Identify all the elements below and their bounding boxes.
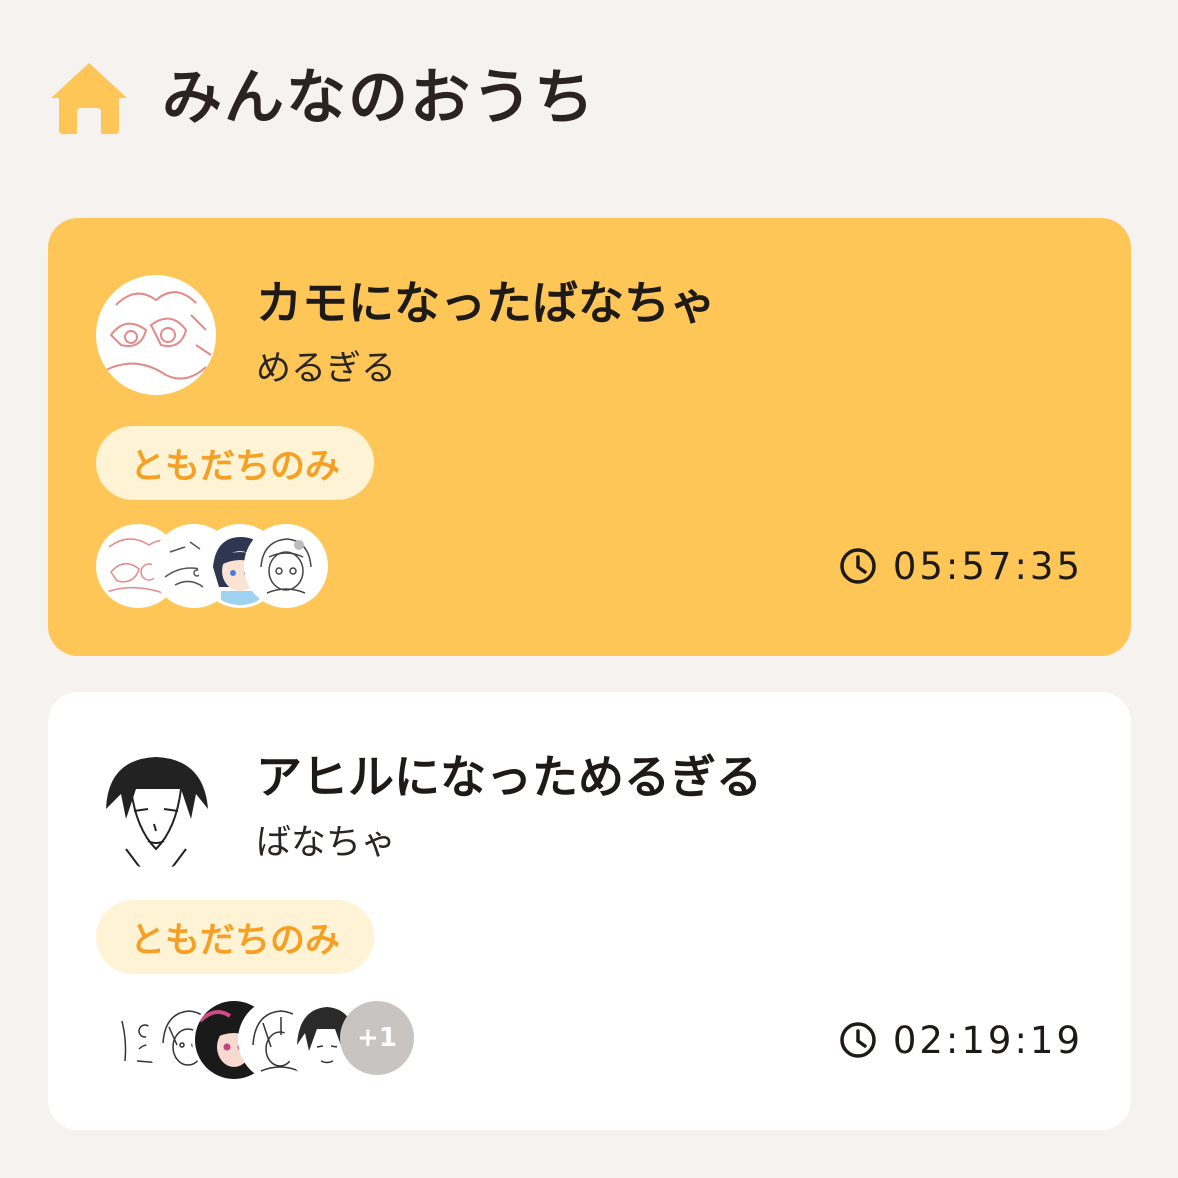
- room-owner-name: めるぎる: [256, 349, 397, 389]
- home-icon: [51, 63, 127, 134]
- page-header: みんなのおうち: [48, 58, 596, 138]
- clock-icon: [840, 1022, 876, 1058]
- timer-text: 02:19:19: [892, 1018, 1083, 1062]
- owner-avatar: [96, 275, 216, 395]
- room-owner-name: ばなちゃ: [256, 823, 397, 863]
- member-avatar: [244, 524, 328, 608]
- more-members-count: +1: [340, 1001, 414, 1075]
- timer-text: 05:57:35: [892, 544, 1083, 588]
- room-title: カモになったばなちゃ: [256, 276, 716, 330]
- room-title: アヒルになっためるぎる: [256, 750, 762, 804]
- visibility-badge: ともだちのみ: [96, 426, 374, 500]
- page-title: みんなのおうち: [162, 63, 596, 133]
- room-card[interactable]: アヒルになっためるぎる ばなちゃ ともだちのみ +1 02:19:19: [48, 692, 1131, 1130]
- room-card[interactable]: カモになったばなちゃ めるぎる ともだちのみ 05:57:35: [48, 218, 1131, 656]
- remaining-timer: 02:19:19: [839, 1018, 1083, 1062]
- owner-avatar: [96, 749, 216, 869]
- member-avatars: +1: [96, 998, 436, 1082]
- clock-icon: [840, 548, 876, 584]
- member-avatars: [96, 524, 436, 608]
- remaining-timer: 05:57:35: [839, 544, 1083, 588]
- visibility-badge: ともだちのみ: [96, 900, 374, 974]
